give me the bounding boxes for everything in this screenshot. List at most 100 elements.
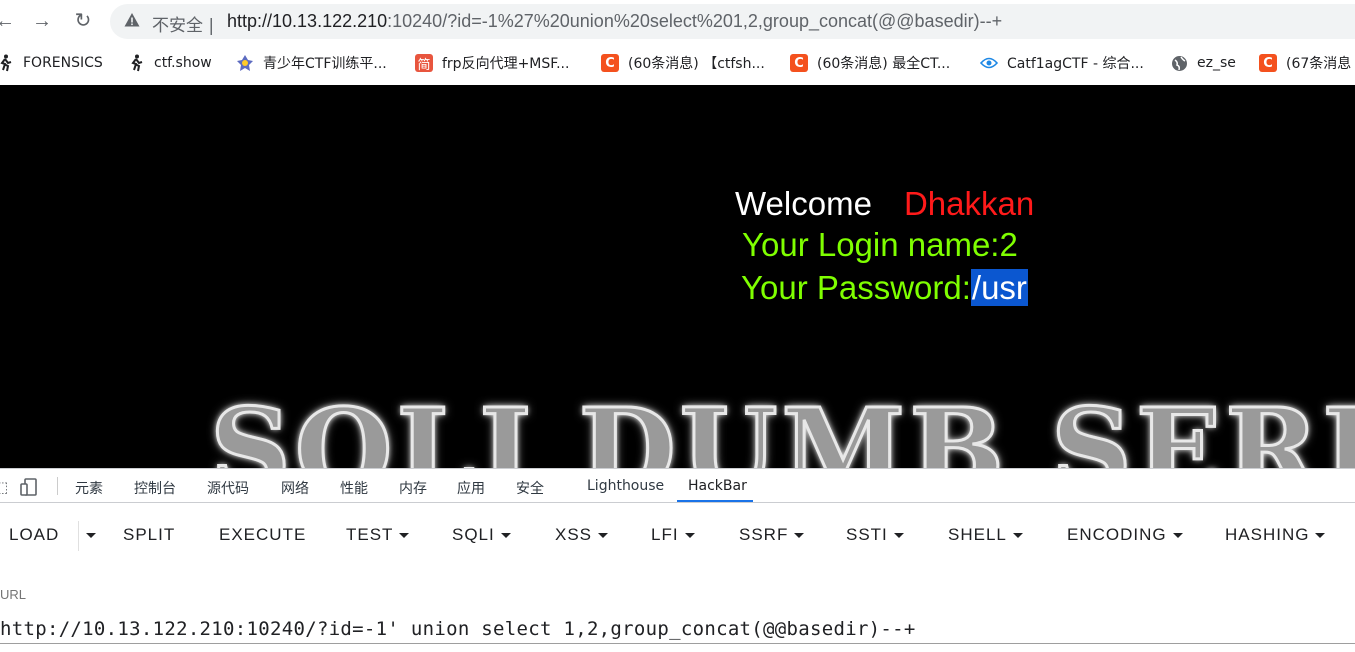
lfi-menu-button[interactable]: LFI	[651, 525, 695, 545]
back-button[interactable]: ←	[0, 8, 18, 34]
bookmark-label: ctf.show	[154, 55, 212, 71]
bookmark-csdn-2[interactable]: C (60条消息) 最全CT...	[790, 53, 950, 73]
url-field-underline	[0, 643, 1355, 644]
bookmark-ez-se[interactable]: ez_se	[1170, 53, 1236, 73]
caret-down-icon	[500, 533, 511, 539]
ssti-menu-button[interactable]: SSTI	[846, 525, 904, 545]
bookmark-csdn-1[interactable]: C (60条消息) 【ctfsh...	[601, 53, 765, 73]
shell-menu-button[interactable]: SHELL	[948, 525, 1023, 545]
ssti-label: SSTI	[846, 525, 888, 544]
url-field-label: URL	[0, 587, 27, 602]
tab-network[interactable]: 网络	[281, 478, 309, 498]
inspect-icon[interactable]: ⬚	[0, 478, 8, 496]
insecure-label[interactable]: 不安全 |	[152, 11, 214, 36]
caret-down-icon	[1012, 533, 1023, 539]
hackbar-toolbar: LOAD SPLIT EXECUTE TEST SQLI XSS LFI SSR…	[0, 503, 1355, 567]
globe-icon	[1170, 54, 1188, 72]
bookmark-qsnctf[interactable]: 青少年CTF训练平...	[236, 53, 387, 73]
devtools-panel: ⬚ 元素 控制台 源代码 网络 性能 内存 应用 安全 Lighthouse H…	[0, 468, 1355, 652]
caret-down-icon	[794, 533, 805, 539]
arrow-right-icon: →	[32, 10, 52, 32]
tab-elements[interactable]: 元素	[75, 478, 103, 498]
reload-button[interactable]: ↻	[70, 8, 96, 34]
omnibox[interactable]: 不安全 | http://10.13.122.210:10240/?id=-1%…	[110, 4, 1355, 39]
arrow-left-icon: ←	[0, 10, 15, 32]
login-name-label: Your Login name:	[742, 226, 1000, 263]
sqli-menu-button[interactable]: SQLI	[452, 525, 511, 545]
load-button[interactable]: LOAD	[9, 525, 59, 545]
csdn-icon: C	[601, 54, 619, 72]
login-name-line: Your Login name:2	[742, 226, 1018, 264]
encoding-menu-button[interactable]: ENCODING	[1067, 525, 1183, 545]
tab-memory[interactable]: 内存	[399, 478, 427, 498]
bookmark-label: (60条消息) 【ctfsh...	[628, 56, 765, 72]
tab-application[interactable]: 应用	[457, 478, 485, 498]
csdn-icon: C	[1259, 54, 1277, 72]
ssrf-menu-button[interactable]: SSRF	[739, 525, 805, 545]
active-tab-indicator	[677, 500, 753, 502]
device-toggle-icon[interactable]	[20, 478, 38, 500]
page-content: Welcome Dhakkan Your Login name:2 Your Pa…	[0, 85, 1355, 468]
load-dropdown-button[interactable]	[80, 525, 96, 545]
bookmark-label: frp反向代理+MSF...	[442, 56, 570, 72]
bookmark-catf1ag[interactable]: Catf1agCTF - 综合...	[980, 53, 1144, 73]
forward-button[interactable]: →	[29, 8, 55, 34]
bookmark-forensics[interactable]: FORENSICS	[0, 53, 103, 73]
bookmark-label: (60条消息) 最全CT...	[817, 56, 951, 72]
hashing-menu-button[interactable]: HASHING	[1225, 525, 1326, 545]
warning-icon[interactable]	[124, 12, 140, 28]
execute-label: EXECUTE	[219, 525, 307, 544]
url-separator: |	[208, 16, 215, 36]
address-bar-row: ← → ↻ 不安全 | http://10.13.122.210:10240/?…	[0, 0, 1355, 43]
hashing-label: HASHING	[1225, 525, 1310, 544]
login-name-value: 2	[999, 226, 1018, 263]
shell-label: SHELL	[948, 525, 1007, 544]
tab-lighthouse[interactable]: Lighthouse	[587, 478, 664, 494]
badge-icon	[236, 54, 254, 72]
runner-icon	[127, 54, 145, 72]
load-label: LOAD	[9, 525, 60, 544]
xss-menu-button[interactable]: XSS	[555, 525, 609, 545]
toolbar-divider	[57, 477, 58, 495]
caret-down-icon	[1172, 533, 1183, 539]
url-path: :10240/?id=-1%27%20union%20select%201,2,…	[387, 11, 1003, 31]
bookmark-label: (67条消息	[1286, 56, 1352, 72]
url-textarea[interactable]: http://10.13.122.210:10240/?id=-1' union…	[0, 618, 916, 640]
eye-icon	[980, 54, 998, 72]
user-name: Dhakkan	[903, 185, 1035, 222]
tab-performance[interactable]: 性能	[340, 478, 368, 498]
welcome-line: Welcome Dhakkan	[735, 185, 1034, 223]
load-divider	[78, 521, 79, 551]
devtools-tab-bar: ⬚ 元素 控制台 源代码 网络 性能 内存 应用 安全 Lighthouse H…	[0, 469, 1355, 503]
bookmark-ctfshow[interactable]: ctf.show	[127, 53, 212, 73]
execute-button[interactable]: EXECUTE	[219, 525, 306, 545]
welcome-text: Welcome	[735, 185, 872, 222]
bookmark-csdn-3[interactable]: C (67条消息	[1259, 53, 1351, 73]
tab-sources[interactable]: 源代码	[207, 478, 249, 498]
bookmark-label: Catf1agCTF - 综合...	[1007, 56, 1144, 72]
tab-security[interactable]: 安全	[516, 478, 544, 498]
bookmark-label: 青少年CTF训练平...	[263, 56, 387, 72]
tab-console[interactable]: 控制台	[134, 478, 176, 498]
insecure-text: 不安全	[152, 16, 203, 36]
tab-hackbar[interactable]: HackBar	[688, 478, 747, 494]
encoding-label: ENCODING	[1067, 525, 1167, 544]
bookmark-frp[interactable]: 简 frp反向代理+MSF...	[415, 53, 569, 73]
password-value-selected[interactable]: /usr	[970, 269, 1028, 306]
test-menu-button[interactable]: TEST	[346, 525, 410, 545]
split-button[interactable]: SPLIT	[123, 525, 175, 545]
caret-down-icon	[1315, 533, 1326, 539]
url-text[interactable]: http://10.13.122.210:10240/?id=-1%27%20u…	[227, 11, 1002, 32]
reload-icon: ↻	[74, 10, 92, 32]
caret-down-icon	[399, 533, 410, 539]
test-label: TEST	[346, 525, 394, 544]
url-host: http://10.13.122.210	[227, 11, 388, 31]
ssrf-label: SSRF	[739, 525, 789, 544]
jian-icon: 简	[415, 54, 433, 73]
password-line: Your Password:/usr	[741, 269, 1028, 307]
password-label: Your Password:	[741, 269, 971, 306]
caret-down-icon	[86, 533, 96, 539]
bookmark-label: ez_se	[1197, 55, 1236, 71]
bookmarks-bar: FORENSICS ctf.show 青少年CTF训练平... 简 frp反向代理…	[0, 43, 1355, 83]
csdn-icon: C	[790, 54, 808, 72]
